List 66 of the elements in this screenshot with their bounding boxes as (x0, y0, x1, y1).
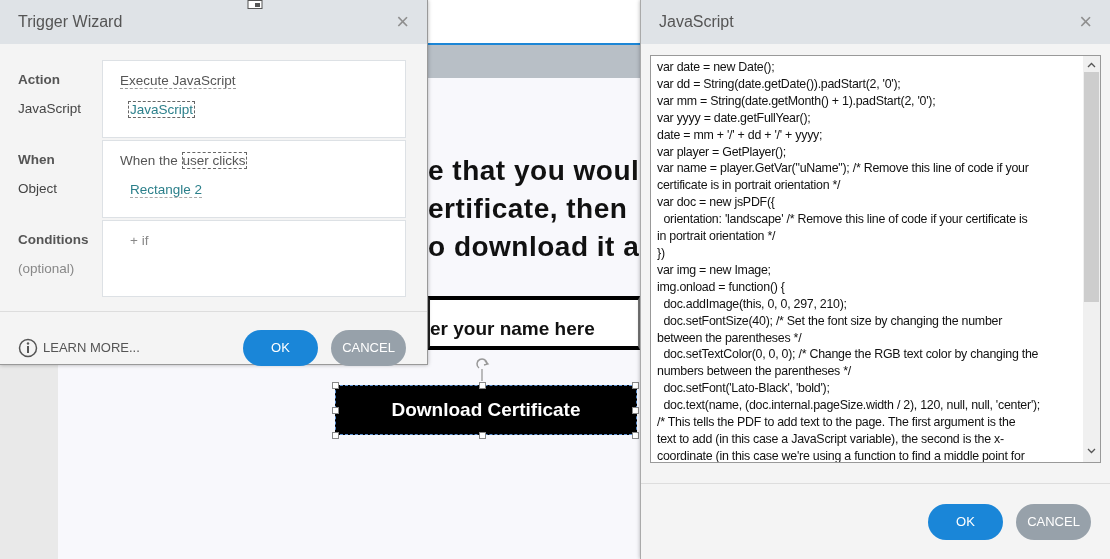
code-line: var yyyy = date.getFullYear(); (657, 109, 812, 127)
scrollbar[interactable] (1083, 56, 1100, 462)
code-line: var name = player.GetVar("uName"); /* Remove this line of code if your (657, 160, 1030, 178)
ok-button[interactable]: OK (243, 330, 318, 366)
scrollbar-thumb[interactable] (1084, 72, 1099, 302)
code-line: in portrait orientation */ (657, 228, 777, 245)
field-label: Conditions (18, 231, 90, 249)
code-line: var mm = String(date.getMonth() + 1).padStart(2, '0'); (657, 92, 937, 110)
event-dropdown[interactable]: user clicks (181, 152, 247, 169)
code-line: var player = GetPlayer(); (657, 143, 788, 161)
code-line: between the parentheses */ (657, 329, 803, 347)
close-button[interactable]: × (1079, 11, 1092, 33)
code-line: doc.text(name, (doc.internal.pageSize.width / 2), 120, null, null, 'center'); (662, 397, 1042, 415)
resize-handle[interactable] (479, 382, 486, 389)
field-label: Object (18, 180, 59, 198)
resize-handle[interactable] (632, 407, 639, 414)
slide-text: ertificate, then (428, 192, 628, 226)
trigger-text: When the (120, 153, 179, 168)
code-line: var img = new Image; (657, 261, 772, 279)
code-line: var date = new Date(); (657, 59, 776, 76)
slide-text: e that you woul (428, 154, 640, 188)
slide-text: o download it a (428, 230, 640, 264)
code-line: numbers between the parentheses */ (657, 363, 852, 381)
code-line: doc.setTextColor(0, 0, 0); /* Change the RGB text color by changing the (662, 346, 1040, 364)
resize-handle[interactable] (332, 432, 339, 439)
code-line: img.onload = function() { (657, 278, 786, 296)
scroll-down-icon[interactable] (1087, 448, 1096, 454)
code-line: orientation: 'landscape' /* Remove this line of code if your certificate is (662, 211, 1029, 229)
cancel-button[interactable]: CANCEL (1016, 504, 1091, 540)
code-line: certificate is in portrait orientation */ (657, 177, 842, 195)
code-line: doc.setFont('Lato-Black', 'bold'); (662, 380, 831, 398)
scroll-up-icon[interactable] (1087, 62, 1096, 68)
resize-handle[interactable] (332, 407, 339, 414)
add-condition-link[interactable]: + if (130, 233, 149, 248)
cancel-button[interactable]: CANCEL (331, 330, 406, 366)
resize-handle[interactable] (332, 382, 339, 389)
code-line: }) (657, 244, 666, 262)
value-link[interactable]: Rectangle 2 (130, 182, 203, 198)
code-line: doc.addImage(this, 0, 0, 297, 210); (662, 295, 848, 313)
action-dropdown[interactable]: Execute JavaScript (120, 73, 236, 89)
resize-handle[interactable] (632, 382, 639, 389)
field-sublabel: (optional) (18, 260, 76, 278)
field-label: JavaScript (18, 100, 83, 118)
code-line: /* This tells the PDF to add text to the page. The first argument is the (657, 414, 1017, 431)
field-label: Action (18, 71, 61, 89)
info-icon (18, 338, 38, 358)
code-editor[interactable] (650, 55, 1101, 463)
code-line: text to add (in this case a JavaScript variable), the second is the x- (657, 430, 1005, 448)
download-button[interactable]: Download Certificate (335, 385, 637, 435)
field-label: When (18, 151, 56, 169)
learn-more-link[interactable]: LEARN MORE... (43, 338, 140, 358)
code-line: coordinate (in this case we're using a function to find a middle point for (657, 447, 1026, 462)
dialog-title: Trigger Wizard (18, 12, 123, 32)
code-line: var dd = String(date.getDate()).padStart(2, '0'); (657, 75, 902, 93)
name-input-field[interactable]: er your name here (428, 296, 640, 350)
rotate-handle-icon[interactable] (475, 357, 491, 381)
code-line: var doc = new jsPDF({ (657, 194, 776, 212)
panel-icon[interactable] (247, 0, 263, 10)
code-line: date = mm + '/' + dd + '/' + yyyy; (657, 126, 824, 144)
code-line: doc.setFontSize(40); /* Set the font size by changing the number (662, 312, 1004, 330)
dialog-title: JavaScript (659, 12, 734, 32)
resize-handle[interactable] (479, 432, 486, 439)
resize-handle[interactable] (632, 432, 639, 439)
value-link[interactable]: JavaScript (128, 101, 196, 118)
ok-button[interactable]: OK (928, 504, 1003, 540)
close-button[interactable]: × (396, 11, 409, 33)
